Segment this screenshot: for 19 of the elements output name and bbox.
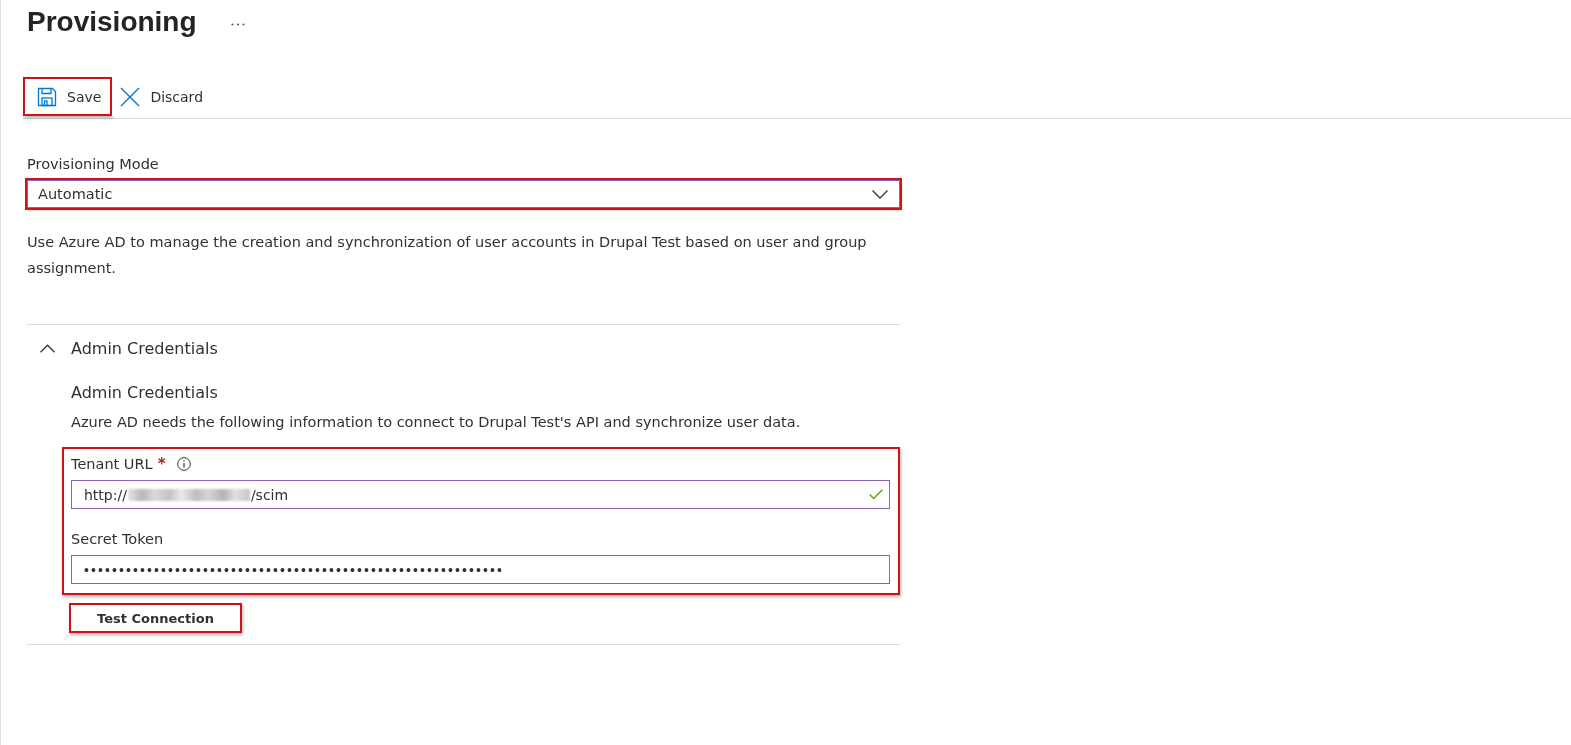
chevron-up-icon bbox=[40, 343, 55, 353]
section-description: Azure AD needs the following information to connect to Drupal Test's API and synchronize user data. bbox=[71, 413, 802, 432]
field-label: Tenant URL bbox=[71, 455, 153, 473]
test-connection-button[interactable]: Test Connection bbox=[69, 603, 242, 633]
description-text: Use Azure AD to manage the creation and synchronization of user accounts in Drupal Test based on user and group assignment. bbox=[27, 233, 868, 278]
page-title: Provisioning bbox=[27, 5, 197, 39]
chevron-down-icon bbox=[872, 189, 888, 199]
info-icon[interactable] bbox=[176, 457, 191, 471]
field-label: Provisioning Mode bbox=[27, 155, 160, 173]
password-input-field[interactable]: •••••••••••••••••••••••••••••••••••••••••••••••••••••••••••• bbox=[71, 555, 890, 584]
save-icon bbox=[37, 86, 57, 107]
mode-dropdown[interactable]: Automatic bbox=[27, 180, 900, 208]
field-label: Secret Token bbox=[71, 530, 164, 548]
section-title: Admin Credentials bbox=[71, 382, 219, 404]
close-icon bbox=[120, 86, 141, 107]
url-input-field[interactable]: http:// /scim bbox=[71, 480, 890, 509]
save-button[interactable]: Save bbox=[23, 77, 113, 116]
more-icon[interactable] bbox=[230, 22, 245, 26]
required-mark: * bbox=[157, 455, 166, 473]
